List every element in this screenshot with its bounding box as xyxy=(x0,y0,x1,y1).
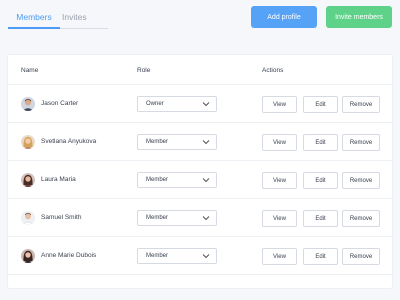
add-profile-button[interactable]: Add profile xyxy=(251,6,317,28)
chevron-down-icon xyxy=(202,102,210,107)
view-button[interactable]: View xyxy=(262,248,297,265)
avatar-woman-icon xyxy=(21,173,35,187)
remove-button[interactable]: Remove xyxy=(342,96,380,113)
chevron-down-icon xyxy=(202,216,210,221)
chevron-down-icon xyxy=(202,178,210,183)
view-button[interactable]: View xyxy=(262,172,297,189)
column-header-actions: Actions xyxy=(262,67,284,74)
member-name: Laura Maria xyxy=(41,176,76,183)
tab-bar: Members Invites xyxy=(8,9,108,29)
role-select[interactable]: Member xyxy=(137,134,217,150)
member-name: Samuel Smith xyxy=(41,214,82,221)
remove-button[interactable]: Remove xyxy=(342,172,380,189)
table-row: Laura Maria Member View Edit Remove xyxy=(8,161,392,199)
table-row: Samuel Smith Member View Edit Remove xyxy=(8,199,392,237)
role-value: Owner xyxy=(146,101,164,107)
role-select[interactable]: Member xyxy=(137,172,217,188)
role-select[interactable]: Member xyxy=(137,248,217,264)
avatar-woman-icon xyxy=(21,135,35,149)
chevron-down-icon xyxy=(202,254,210,259)
view-button[interactable]: View xyxy=(262,134,297,151)
member-name: Svetlana Anyukova xyxy=(41,138,97,145)
member-name: Jason Carter xyxy=(41,100,79,107)
role-select[interactable]: Member xyxy=(137,210,217,226)
table-header: Name Role Actions xyxy=(8,55,392,85)
table-row: Jason Carter Owner View Edit Remove xyxy=(8,85,392,123)
remove-button[interactable]: Remove xyxy=(342,248,380,265)
invite-members-button[interactable]: Invite members xyxy=(326,6,392,28)
table-row: Anne Marie Dubois Member View Edit Remov… xyxy=(8,237,392,275)
tab-members[interactable]: Members xyxy=(8,9,60,29)
column-header-role: Role xyxy=(137,67,151,74)
column-header-name: Name xyxy=(21,67,39,74)
remove-button[interactable]: Remove xyxy=(342,210,380,227)
view-button[interactable]: View xyxy=(262,96,297,113)
table-row: Svetlana Anyukova Member View Edit Remov… xyxy=(8,123,392,161)
edit-button[interactable]: Edit xyxy=(303,134,338,151)
view-button[interactable]: View xyxy=(262,210,297,227)
tab-invites[interactable]: Invites xyxy=(60,9,108,28)
edit-button[interactable]: Edit xyxy=(303,96,338,113)
avatar-man-icon xyxy=(21,211,35,225)
role-value: Member xyxy=(146,177,169,183)
members-table: Name Role Actions Jason Carter Owner Vie… xyxy=(8,55,392,288)
edit-button[interactable]: Edit xyxy=(303,172,338,189)
remove-button[interactable]: Remove xyxy=(342,134,380,151)
chevron-down-icon xyxy=(202,140,210,145)
avatar-woman-icon xyxy=(21,249,35,263)
member-name: Anne Marie Dubois xyxy=(41,252,97,259)
role-value: Member xyxy=(146,215,169,221)
role-value: Member xyxy=(146,139,169,145)
avatar-man-icon xyxy=(21,97,35,111)
edit-button[interactable]: Edit xyxy=(303,210,338,227)
role-value: Member xyxy=(146,253,169,259)
role-select[interactable]: Owner xyxy=(137,96,217,112)
edit-button[interactable]: Edit xyxy=(303,248,338,265)
